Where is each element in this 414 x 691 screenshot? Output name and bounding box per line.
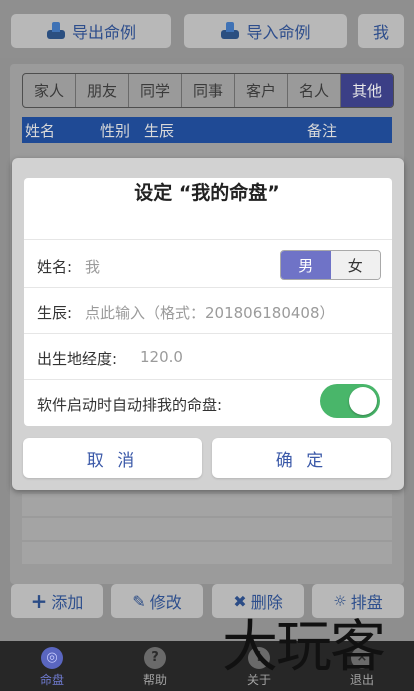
watermark: 大玩客 [222, 615, 386, 680]
import-icon [220, 22, 240, 40]
dialog-title: 设定 “我的命盘” [134, 182, 280, 204]
arrange-label: 排盘 [350, 593, 383, 612]
tab-friends[interactable]: 朋友 [76, 74, 129, 107]
me-button[interactable]: 我 [358, 14, 404, 48]
import-button[interactable]: 导入命例 [184, 14, 347, 48]
target-icon: ◎ [41, 647, 63, 669]
edit-label: 修改 [149, 593, 182, 612]
category-tabs: 家人 朋友 同学 同事 客户 名人 其他 [22, 73, 394, 108]
gender-male-option[interactable]: 男 [281, 251, 331, 279]
auto-open-toggle[interactable] [320, 384, 380, 418]
nav-chart-label: 命盘 [39, 673, 64, 687]
top-toolbar: 导出命例 导入命例 我 [0, 0, 414, 58]
help-icon: ? [144, 647, 166, 669]
birth-label: 生辰: [37, 304, 73, 322]
column-header-name: 姓名 [25, 122, 56, 140]
divider [24, 239, 392, 240]
name-input[interactable]: 我 [85, 256, 100, 277]
sun-icon: ☼ [333, 592, 347, 610]
delete-label: 删除 [250, 593, 283, 612]
export-label: 导出命例 [71, 23, 136, 42]
plus-icon: + [30, 589, 48, 613]
divider [24, 333, 392, 334]
export-button[interactable]: 导出命例 [11, 14, 171, 48]
cancel-button[interactable]: 取 消 [23, 438, 202, 478]
table-row [22, 494, 392, 516]
tab-other[interactable]: 其他 [341, 74, 393, 107]
edit-button[interactable]: ✎ 修改 [111, 584, 203, 618]
name-label: 姓名: [37, 258, 73, 276]
tab-colleagues[interactable]: 同事 [182, 74, 235, 107]
arrange-button[interactable]: ☼ 排盘 [312, 584, 404, 618]
auto-open-label: 软件启动时自动排我的命盘: [37, 396, 223, 414]
longitude-label: 出生地经度: [37, 350, 118, 368]
add-label: 添加 [51, 593, 84, 612]
birth-input[interactable]: 点此输入（格式：201806180408） [85, 302, 335, 323]
tab-family[interactable]: 家人 [23, 74, 76, 107]
column-header-notes: 备注 [307, 122, 338, 140]
edit-icon: ✎ [132, 591, 146, 611]
ok-button[interactable]: 确 定 [212, 438, 391, 478]
nav-chart[interactable]: ◎ 命盘 [17, 647, 87, 688]
tab-celebrities[interactable]: 名人 [288, 74, 341, 107]
nav-help[interactable]: ? 帮助 [120, 647, 190, 688]
divider [24, 379, 392, 380]
nav-help-label: 帮助 [142, 673, 167, 687]
table-row [22, 542, 392, 564]
delete-button[interactable]: ✖ 删除 [212, 584, 304, 618]
column-header-birth: 生辰 [144, 122, 175, 140]
toggle-knob [349, 387, 377, 415]
delete-icon: ✖ [233, 591, 247, 611]
gender-female-option[interactable]: 女 [330, 251, 380, 279]
gender-selector: 男 女 [280, 250, 381, 280]
table-header: 姓名 性别 生辰 备注 [22, 117, 392, 143]
import-label: 导入命例 [246, 23, 311, 42]
table-row [22, 518, 392, 540]
divider [24, 287, 392, 288]
column-header-gender: 性别 [100, 122, 131, 140]
add-button[interactable]: + 添加 [11, 584, 103, 618]
me-label: 我 [372, 23, 389, 42]
export-icon [46, 22, 66, 40]
tab-classmates[interactable]: 同学 [129, 74, 182, 107]
tab-clients[interactable]: 客户 [235, 74, 288, 107]
longitude-input[interactable]: 120.0 [140, 348, 183, 366]
